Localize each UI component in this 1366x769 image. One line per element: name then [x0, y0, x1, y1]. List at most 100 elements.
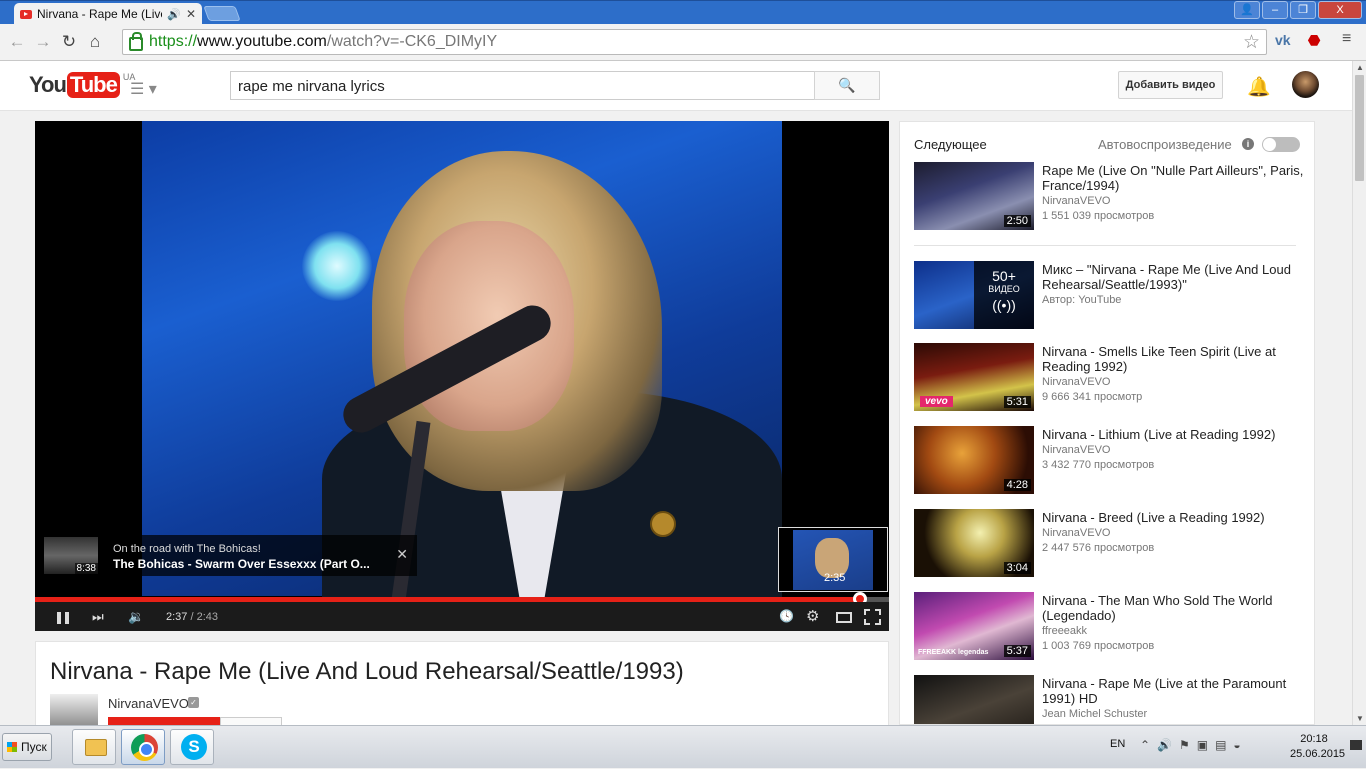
language-indicator[interactable]: EN [1110, 738, 1125, 750]
time-duration: 2:43 [196, 611, 219, 623]
clock-date: 25.06.2015 [1290, 748, 1346, 760]
video-channel[interactable]: NirvanaVEVO [1042, 527, 1110, 539]
lock-icon [129, 32, 143, 51]
stage-light [302, 231, 372, 301]
back-icon[interactable]: ← [4, 32, 30, 52]
close-window-button[interactable]: X [1318, 1, 1362, 19]
youtube-logo[interactable]: You Tube UA [29, 72, 135, 98]
system-tray: EN ⌃🔊⚑▣▤◒ 20:18 25.06.2015 [1104, 726, 1366, 769]
speaker-icon[interactable]: 🔊 [167, 8, 181, 21]
video-channel[interactable]: ffreeeakk [1042, 625, 1087, 637]
video-title-link[interactable]: Nirvana - Breed (Live a Reading 1992) [1042, 510, 1304, 525]
clock[interactable]: 20:18 25.06.2015 [1290, 732, 1345, 762]
video-title-link[interactable]: Nirvana - Lithium (Live at Reading 1992) [1042, 427, 1304, 442]
video-frame[interactable] [142, 121, 782, 611]
chrome-taskbar-button[interactable] [121, 729, 165, 765]
channel-name[interactable]: NirvanaVEVO [108, 696, 189, 711]
search-icon[interactable]: 🔍 [814, 71, 880, 100]
video-player[interactable]: 8:38 On the road with The Bohicas! The B… [35, 121, 889, 631]
video-thumbnail[interactable]: 3:04 [914, 509, 1034, 577]
guide-menu-icon[interactable]: ☰ ▾ [130, 79, 157, 99]
close-icon[interactable]: ✕ [396, 546, 408, 563]
suggested-video-thumbnail[interactable]: 8:38 [44, 537, 98, 574]
home-icon[interactable]: ⌂ [82, 32, 108, 52]
video-title-link[interactable]: Nirvana - Rape Me (Live at the Paramount… [1042, 676, 1304, 706]
list-item[interactable]: FFREEAKK legendas 5:37 Nirvana - The Man… [914, 592, 1304, 662]
reload-icon[interactable]: ↻ [56, 32, 82, 52]
adblock-extension-icon[interactable]: ⬣ [1308, 32, 1320, 49]
next-icon[interactable]: ⏭ [92, 609, 104, 625]
video-title-link[interactable]: Nirvana - The Man Who Sold The World (Le… [1042, 593, 1304, 623]
upload-button[interactable]: Добавить видео [1118, 71, 1223, 99]
video-title-link[interactable]: Микс – "Nirvana - Rape Me (Live And Loud… [1042, 262, 1304, 292]
video-title-link[interactable]: Rape Me (Live On "Nulle Part Ailleurs", … [1042, 163, 1304, 193]
pause-icon[interactable] [57, 612, 69, 624]
maximize-button[interactable]: ❐ [1290, 1, 1316, 19]
time-display: 2:37 / 2:43 [166, 611, 218, 623]
scroll-down-icon[interactable]: ▼ [1356, 714, 1364, 723]
video-title-link[interactable]: Nirvana - Smells Like Teen Spirit (Live … [1042, 344, 1304, 374]
vk-extension-icon[interactable]: vk [1275, 32, 1291, 48]
video-channel[interactable]: NirvanaVEVO [1042, 444, 1110, 456]
start-button[interactable]: Пуск [2, 733, 52, 761]
volume-icon[interactable]: 🔉 [128, 609, 144, 625]
player-controls: ⏭ 🔉 2:37 / 2:43 🕓 ⚙ [35, 602, 889, 631]
fullscreen-icon[interactable] [864, 609, 881, 625]
tab-close-icon[interactable]: ✕ [186, 7, 196, 21]
video-duration: 3:04 [1003, 562, 1031, 574]
info-icon[interactable]: i [1242, 138, 1254, 150]
list-item[interactable]: 3:04 Nirvana - Breed (Live a Reading 199… [914, 509, 1304, 579]
video-thumbnail[interactable] [914, 675, 1034, 724]
vevo-badge: vevo [920, 396, 953, 407]
user-icon[interactable]: 👤 [1234, 1, 1260, 19]
suggested-video-card[interactable]: 8:38 On the road with The Bohicas! The B… [40, 535, 417, 576]
video-channel: Автор: YouTube [1042, 294, 1122, 306]
video-channel[interactable]: Jean Michel Schuster [1042, 708, 1147, 720]
jacket-pin [650, 511, 676, 537]
seek-preview-time: 2:35 [824, 572, 846, 584]
autoplay-toggle[interactable] [1262, 137, 1300, 152]
suggested-video-title[interactable]: The Bohicas - Swarm Over Essexxx (Part O… [113, 557, 370, 571]
video-thumbnail[interactable]: 2:50 [914, 162, 1034, 230]
video-thumbnail[interactable]: vevo 5:31 [914, 343, 1034, 411]
skype-taskbar-button[interactable]: S [170, 729, 214, 765]
scrollbar-thumb[interactable] [1355, 75, 1364, 181]
list-item[interactable]: 50+ ВИДЕО ((•)) Микс – "Nirvana - Rape M… [914, 261, 1304, 331]
video-channel[interactable]: NirvanaVEVO [1042, 195, 1110, 207]
list-item[interactable]: 4:28 Nirvana - Lithium (Live at Reading … [914, 426, 1304, 496]
show-desktop-icon[interactable] [1350, 740, 1362, 750]
verified-icon: ✓ [188, 697, 199, 708]
video-thumbnail[interactable]: FFREEAKK legendas 5:37 [914, 592, 1034, 660]
video-thumbnail[interactable]: 4:28 [914, 426, 1034, 494]
channel-avatar[interactable] [50, 694, 98, 728]
page-scrollbar[interactable]: ▲ ▼ [1352, 61, 1366, 725]
account-avatar[interactable] [1292, 71, 1319, 98]
list-item[interactable]: 2:50 Rape Me (Live On "Nulle Part Ailleu… [914, 162, 1304, 232]
watch-later-icon[interactable]: 🕓 [779, 609, 794, 623]
video-thumbnail[interactable]: 50+ ВИДЕО ((•)) [914, 261, 1034, 329]
list-item[interactable]: vevo 5:31 Nirvana - Smells Like Teen Spi… [914, 343, 1304, 413]
tray-icons[interactable]: ⌃🔊⚑▣▤◒ [1140, 738, 1248, 752]
menu-icon[interactable]: ≡ [1342, 30, 1351, 48]
notifications-bell-icon[interactable]: 🔔 [1247, 75, 1271, 99]
bookmark-star-icon[interactable]: ☆ [1243, 31, 1260, 54]
browser-tab[interactable]: Nirvana - Rape Me (Live / 🔊 ✕ [14, 3, 202, 25]
scroll-up-icon[interactable]: ▲ [1356, 63, 1364, 72]
forward-icon[interactable]: → [30, 32, 56, 52]
list-item[interactable]: Nirvana - Rape Me (Live at the Paramount… [914, 675, 1304, 724]
mix-count: 50+ [992, 268, 1016, 284]
theater-mode-icon[interactable] [836, 612, 852, 623]
suggested-video-channel: On the road with The Bohicas! [113, 543, 261, 555]
mix-icon: ((•)) [992, 297, 1016, 313]
gear-icon[interactable]: ⚙ [806, 607, 819, 625]
minimize-button[interactable]: – [1262, 1, 1288, 19]
new-tab-button[interactable] [203, 6, 241, 21]
youtube-favicon-icon [20, 9, 32, 19]
search-input[interactable]: rape me nirvana lyrics [230, 71, 815, 100]
explorer-taskbar-button[interactable] [72, 729, 116, 765]
video-duration: 5:31 [1003, 396, 1031, 408]
video-title: Nirvana - Rape Me (Live And Loud Rehears… [50, 658, 684, 685]
up-next-heading: Следующее [914, 137, 987, 152]
video-channel[interactable]: NirvanaVEVO [1042, 376, 1110, 388]
address-bar[interactable]: https:// www.youtube.com /watch?v=-CK6_D… [122, 29, 1267, 55]
